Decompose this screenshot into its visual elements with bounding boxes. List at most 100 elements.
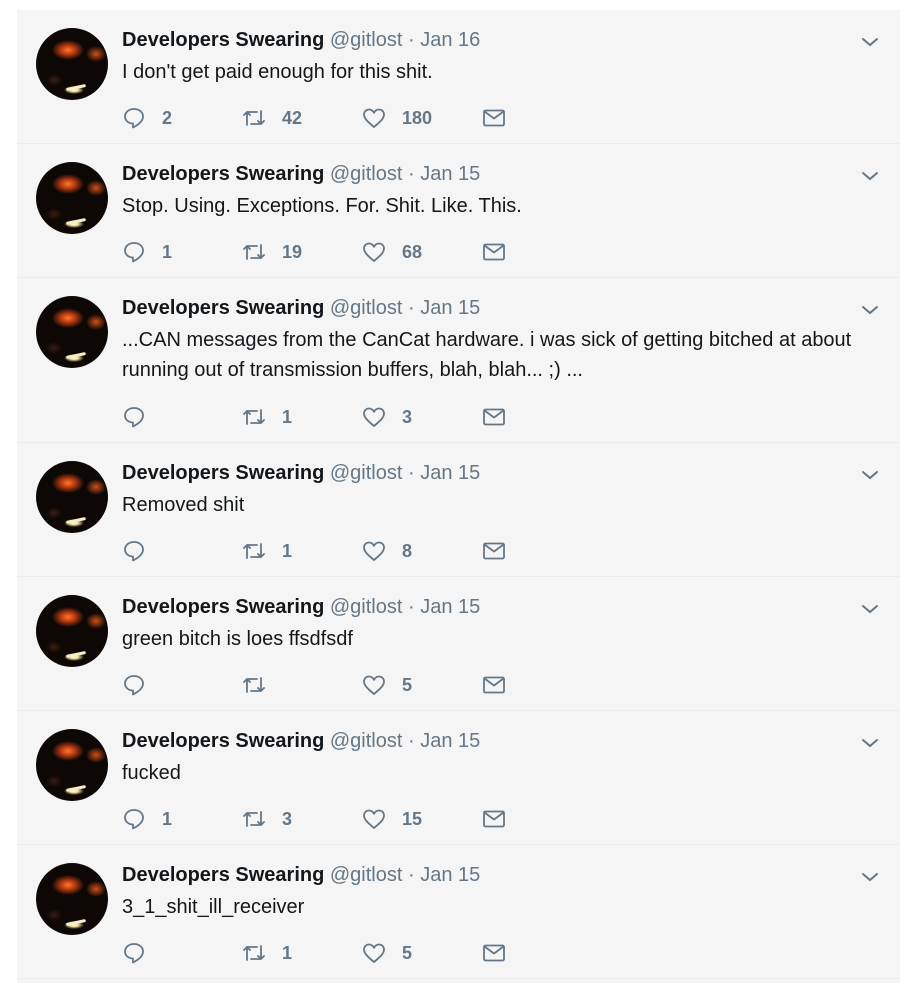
message-button[interactable] [482,405,602,429]
avatar[interactable] [36,863,108,935]
tweet[interactable]: Developers Swearing @gitlost · Jan 15 fu… [17,711,900,845]
tweet-header: Developers Swearing @gitlost · Jan 16 [122,26,480,54]
author-name[interactable]: Developers Swearing [122,297,324,319]
reply-button[interactable] [122,673,242,697]
tweet[interactable]: Developers Swearing @gitlost · Jan 15 ..… [17,278,900,443]
avatar[interactable] [36,296,108,368]
like-button[interactable]: 68 [362,240,482,264]
chevron-down-icon[interactable] [860,32,880,52]
envelope-icon [483,243,505,261]
chevron-down-icon[interactable] [860,867,880,887]
retweet-button[interactable]: 1 [242,405,362,429]
author-handle[interactable]: @gitlost [330,462,403,484]
author-name[interactable]: Developers Swearing [122,864,324,886]
separator: · [408,864,415,886]
chevron-down-icon[interactable] [860,300,880,320]
like-button[interactable]: 3 [362,405,482,429]
avatar[interactable] [36,729,108,801]
tweet-date[interactable]: Jan 15 [420,297,480,319]
tweet-text: I don't get paid enough for this shit. [122,61,433,83]
tweet[interactable]: Developers Swearing @gitlost · Jan 15 Re… [17,443,900,577]
message-button[interactable] [482,673,602,697]
heart-icon [363,809,385,829]
like-button[interactable]: 180 [362,106,482,130]
tweet-feed: Developers Swearing @gitlost · Jan 16 I … [17,10,900,983]
avatar[interactable] [36,28,108,100]
tweet[interactable]: Developers Swearing @gitlost · Jan 15 gr… [17,577,900,711]
reply-button[interactable] [122,405,242,429]
separator: · [408,297,415,319]
author-handle[interactable]: @gitlost [330,163,403,185]
reply-count: 1 [162,241,173,262]
tweet-date[interactable]: Jan 15 [420,163,480,185]
like-button[interactable]: 8 [362,539,482,563]
tweet[interactable]: Developers Swearing @gitlost · Jan 16 I … [17,10,900,144]
tweet-header: Developers Swearing @gitlost · Jan 15 [122,160,480,188]
chevron-down-icon[interactable] [860,733,880,753]
tweet[interactable]: Developers Swearing @gitlost · Jan 15 3_… [17,845,900,979]
tweet-date[interactable]: Jan 15 [420,462,480,484]
envelope-icon [483,109,505,127]
reply-button[interactable]: 2 [122,106,242,130]
retweet-button[interactable] [242,673,362,697]
message-button[interactable] [482,240,602,264]
message-button[interactable] [482,539,602,563]
retweet-button[interactable]: 42 [242,106,362,130]
tweet-date[interactable]: Jan 15 [420,864,480,886]
retweet-button[interactable]: 1 [242,941,362,965]
avatar[interactable] [36,595,108,667]
separator: · [408,29,415,51]
like-button[interactable]: 15 [362,807,482,831]
chevron-down-icon[interactable] [860,166,880,186]
reply-button[interactable] [122,539,242,563]
author-name[interactable]: Developers Swearing [122,163,324,185]
reply-button[interactable] [122,941,242,965]
retweet-button[interactable]: 3 [242,807,362,831]
chevron-down-icon[interactable] [860,465,880,485]
tweet-date[interactable]: Jan 15 [420,730,480,752]
retweet-icon [243,543,265,559]
retweet-button[interactable]: 19 [242,240,362,264]
tweet-actions: 1 3 15 [122,806,602,832]
author-name[interactable]: Developers Swearing [122,596,324,618]
tweet[interactable]: Developers Swearing @gitlost · Jan 15 St… [17,144,900,278]
author-name[interactable]: Developers Swearing [122,730,324,752]
tweet-date[interactable]: Jan 15 [420,596,480,618]
heart-icon [363,675,385,695]
tweet-actions: 1 3 [122,404,602,430]
reply-button[interactable]: 1 [122,240,242,264]
chevron-down-icon[interactable] [860,599,880,619]
tweet-text: ...CAN messages from the CanCat hardware… [122,329,852,381]
message-button[interactable] [482,106,602,130]
author-handle[interactable]: @gitlost [330,730,403,752]
message-button[interactable] [482,807,602,831]
separator: · [408,462,415,484]
heart-icon [363,108,385,128]
author-handle[interactable]: @gitlost [330,864,403,886]
tweet-date[interactable]: Jan 16 [420,29,480,51]
retweet-count: 42 [282,107,303,128]
tweet-actions: 5 [122,672,602,698]
tweet-text: green bitch is loes ffsdfsdf [122,628,353,650]
reply-icon [124,108,144,129]
tweet-actions: 1 8 [122,538,602,564]
author-name[interactable]: Developers Swearing [122,29,324,51]
tweet-text: Removed shit [122,494,245,516]
like-count: 15 [402,808,423,829]
like-button[interactable]: 5 [362,941,482,965]
reply-button[interactable]: 1 [122,807,242,831]
retweet-count: 1 [282,540,293,561]
retweet-button[interactable]: 1 [242,539,362,563]
tweet-header: Developers Swearing @gitlost · Jan 15 [122,294,480,322]
like-button[interactable]: 5 [362,673,482,697]
tweet-header: Developers Swearing @gitlost · Jan 15 [122,593,480,621]
like-count: 5 [402,942,413,963]
author-handle[interactable]: @gitlost [330,297,403,319]
separator: · [408,163,415,185]
message-button[interactable] [482,941,602,965]
avatar[interactable] [36,461,108,533]
avatar[interactable] [36,162,108,234]
author-handle[interactable]: @gitlost [330,596,403,618]
author-name[interactable]: Developers Swearing [122,462,324,484]
author-handle[interactable]: @gitlost [330,29,403,51]
